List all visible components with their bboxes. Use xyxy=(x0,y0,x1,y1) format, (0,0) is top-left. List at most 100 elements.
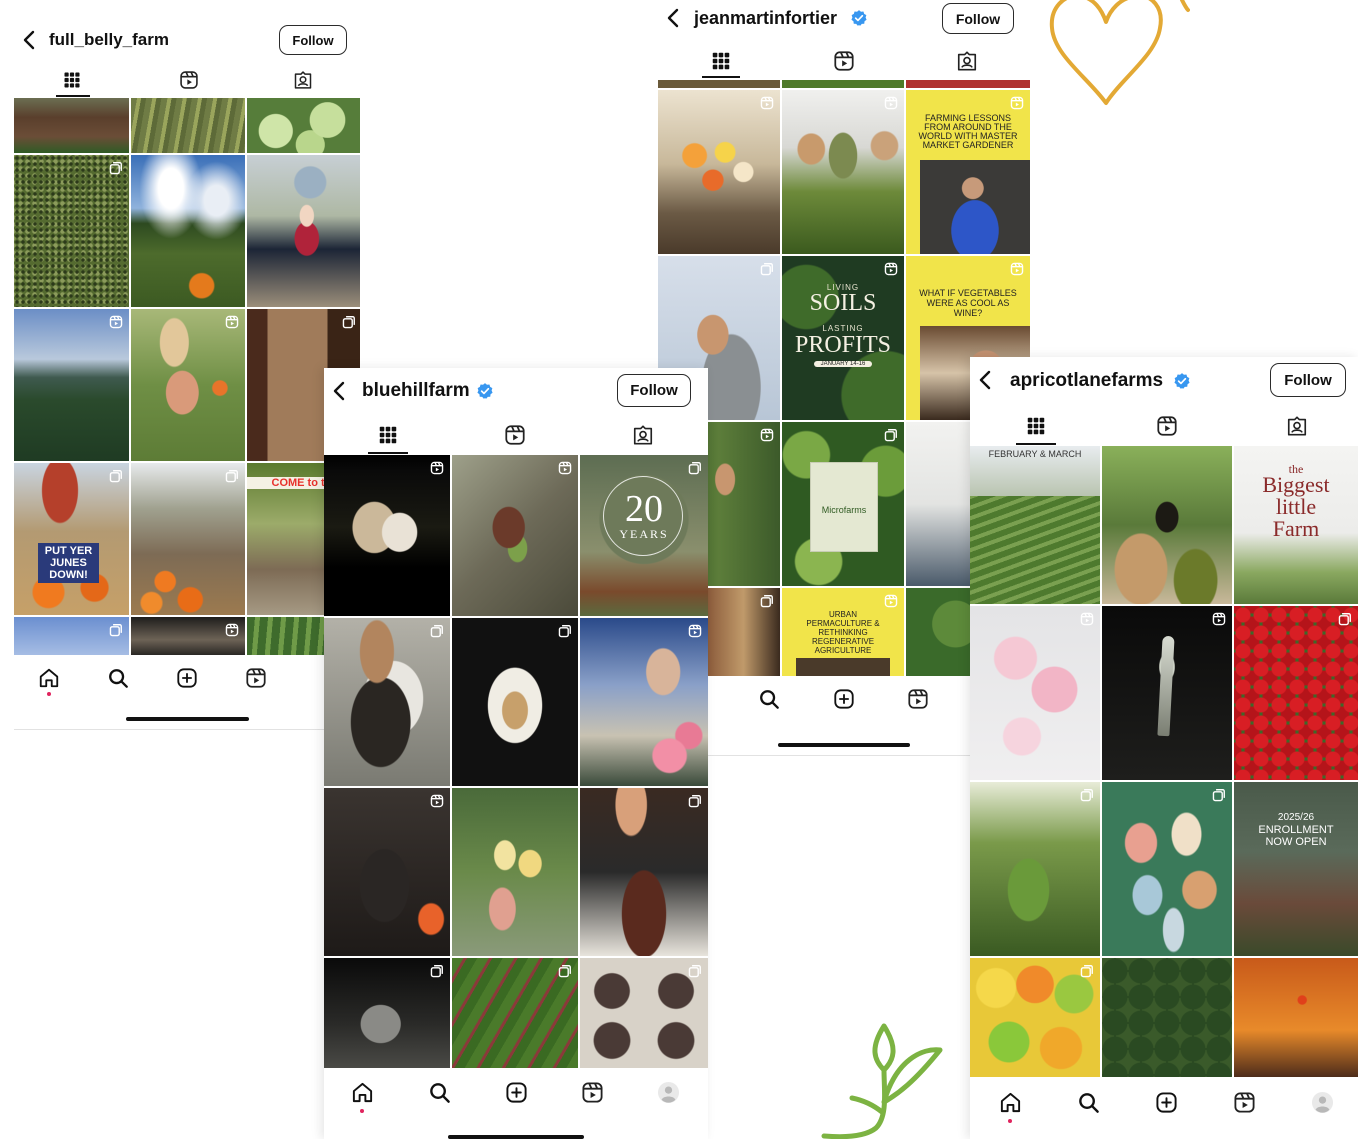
tab-grid[interactable] xyxy=(373,422,403,448)
nav-search[interactable] xyxy=(426,1079,452,1105)
post-thumbnail[interactable] xyxy=(14,617,129,655)
nav-reels[interactable] xyxy=(905,686,931,712)
tab-tagged[interactable] xyxy=(288,68,318,92)
post-thumbnail[interactable] xyxy=(131,309,245,461)
tab-tagged[interactable] xyxy=(952,48,982,74)
nav-create[interactable] xyxy=(503,1079,529,1105)
nav-create[interactable] xyxy=(1153,1089,1179,1115)
post-thumbnail[interactable] xyxy=(1102,446,1232,604)
post-thumbnail[interactable] xyxy=(1102,606,1232,780)
nav-profile[interactable] xyxy=(1309,1089,1335,1115)
post-thumbnail[interactable]: FARMING LESSONS FROM AROUND THE WORLD WI… xyxy=(906,90,1030,254)
post-overlay-text: PUT YER JUNES DOWN! xyxy=(38,543,99,583)
post-thumbnail[interactable] xyxy=(1234,606,1358,780)
post-thumbnail[interactable] xyxy=(247,155,360,307)
chevron-left-icon[interactable] xyxy=(18,28,42,52)
nav-home[interactable] xyxy=(997,1089,1023,1115)
reel-badge-icon xyxy=(109,315,123,329)
post-thumbnail[interactable] xyxy=(131,98,245,153)
nav-search[interactable] xyxy=(756,686,782,712)
post-thumbnail[interactable] xyxy=(14,309,129,461)
post-thumbnail[interactable] xyxy=(906,80,1030,88)
post-thumbnail[interactable] xyxy=(782,90,904,254)
post-thumbnail[interactable] xyxy=(970,958,1100,1078)
post-thumbnail[interactable] xyxy=(131,617,245,655)
post-overlay-text: SOILS xyxy=(809,290,877,316)
post-thumbnail[interactable]: 20 YEARS xyxy=(580,455,708,616)
tab-reels[interactable] xyxy=(500,422,530,448)
tab-grid[interactable] xyxy=(706,48,736,74)
tab-tagged[interactable] xyxy=(628,422,658,448)
post-overlay-text: PROFITS xyxy=(794,332,892,358)
tab-grid[interactable] xyxy=(57,68,87,92)
post-thumbnail[interactable] xyxy=(1102,958,1232,1078)
post-thumbnail[interactable]: the Biggest little Farm xyxy=(1234,446,1358,604)
post-thumbnail[interactable] xyxy=(131,155,245,307)
profile-tabs xyxy=(658,46,1030,78)
home-indicator xyxy=(448,1135,584,1139)
post-thumbnail[interactable] xyxy=(658,80,780,88)
post-thumbnail[interactable] xyxy=(970,782,1100,956)
profile-username: bluehillfarm xyxy=(362,380,470,401)
post-thumbnail[interactable] xyxy=(324,455,450,616)
reel-badge-icon xyxy=(225,315,239,329)
search-icon xyxy=(428,1081,451,1104)
follow-button[interactable]: Follow xyxy=(279,25,347,55)
chevron-left-icon[interactable] xyxy=(328,379,352,403)
nav-reels[interactable] xyxy=(579,1079,605,1105)
post-thumbnail[interactable] xyxy=(452,958,578,1068)
tab-grid[interactable] xyxy=(1021,413,1051,439)
post-thumbnail[interactable] xyxy=(452,788,578,956)
post-overlay-text: URBAN PERMACULTURE & RETHINKING REGENERA… xyxy=(806,610,880,655)
nav-home[interactable] xyxy=(36,665,62,691)
tab-reels[interactable] xyxy=(174,68,204,92)
post-thumbnail[interactable] xyxy=(247,98,360,153)
post-thumbnail[interactable] xyxy=(452,618,578,786)
nav-search[interactable] xyxy=(1075,1089,1101,1115)
follow-button[interactable]: Follow xyxy=(942,3,1014,34)
chevron-left-icon[interactable] xyxy=(974,368,998,392)
nav-profile[interactable] xyxy=(655,1079,681,1105)
nav-create[interactable] xyxy=(831,686,857,712)
post-thumbnail[interactable]: LIVING SOILS LASTING PROFITS JANUARY 14-… xyxy=(782,256,904,420)
post-thumbnail[interactable]: URBAN PERMACULTURE & RETHINKING REGENERA… xyxy=(782,588,904,678)
post-thumbnail[interactable]: PUT YER JUNES DOWN! xyxy=(14,463,129,615)
post-thumbnail[interactable] xyxy=(452,455,578,616)
tab-reels[interactable] xyxy=(1152,413,1182,439)
post-thumbnail[interactable]: 2025/26 ENROLLMENT NOW OPEN xyxy=(1234,782,1358,956)
post-thumbnail[interactable] xyxy=(782,80,904,88)
carousel-badge-icon xyxy=(688,964,702,978)
post-thumbnail[interactable] xyxy=(14,155,129,307)
post-thumbnail[interactable] xyxy=(14,98,129,153)
post-thumbnail[interactable] xyxy=(324,958,450,1068)
post-overlay-text: ENROLLMENT xyxy=(1258,824,1334,836)
follow-button[interactable]: Follow xyxy=(617,374,691,407)
follow-button[interactable]: Follow xyxy=(1270,363,1346,397)
nav-home[interactable] xyxy=(349,1079,375,1105)
post-thumbnail[interactable] xyxy=(580,618,708,786)
post-thumbnail[interactable] xyxy=(324,618,450,786)
post-thumbnail[interactable] xyxy=(658,90,780,254)
search-icon xyxy=(1077,1091,1100,1114)
post-thumbnail[interactable] xyxy=(1102,782,1232,956)
post-thumbnail[interactable] xyxy=(580,788,708,956)
post-thumbnail[interactable]: Microfarms xyxy=(782,422,904,586)
nav-reels[interactable] xyxy=(1231,1089,1257,1115)
tab-tagged[interactable] xyxy=(1282,413,1312,439)
carousel-badge-icon xyxy=(109,623,123,637)
profile-avatar-icon xyxy=(1311,1091,1334,1114)
nav-reels[interactable] xyxy=(243,665,269,691)
post-thumbnail[interactable] xyxy=(324,788,450,956)
post-thumbnail[interactable] xyxy=(970,606,1100,780)
nav-create[interactable] xyxy=(174,665,200,691)
reel-badge-icon xyxy=(884,594,898,608)
tab-reels[interactable] xyxy=(829,48,859,74)
book-cover: Microfarms xyxy=(810,462,878,552)
post-thumbnail[interactable] xyxy=(580,958,708,1068)
nav-search[interactable] xyxy=(105,665,131,691)
post-thumbnail[interactable] xyxy=(131,463,245,615)
post-thumbnail[interactable] xyxy=(1234,958,1358,1078)
search-icon xyxy=(758,688,780,710)
post-thumbnail[interactable]: FEBRUARY & MARCH xyxy=(970,446,1100,604)
chevron-left-icon[interactable] xyxy=(662,6,686,30)
